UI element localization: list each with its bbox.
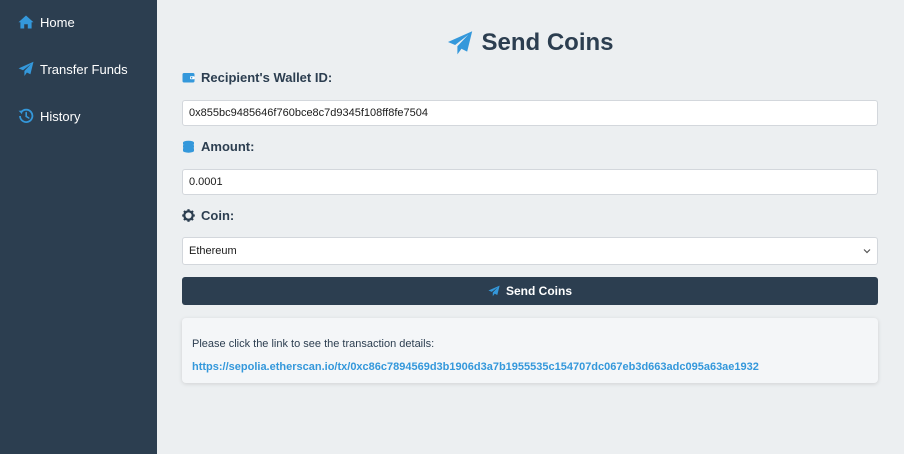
sidebar-item-history[interactable]: History	[18, 108, 80, 124]
transaction-result-box: Please click the link to see the transac…	[182, 318, 878, 383]
sidebar: Home Transfer Funds History	[0, 0, 157, 454]
sidebar-item-label: Transfer Funds	[40, 61, 128, 77]
amount-input[interactable]	[182, 169, 878, 195]
sidebar-item-label: History	[40, 108, 81, 124]
main-content: Send Coins Recipient's Wallet ID: Amount…	[157, 0, 904, 454]
paper-plane-icon	[488, 285, 500, 297]
page-title: Send Coins	[157, 29, 904, 57]
paper-plane-icon	[447, 30, 473, 56]
chevron-down-icon	[863, 247, 871, 255]
page-title-text: Send Coins	[481, 29, 614, 56]
coin-select[interactable]: Ethereum	[182, 237, 878, 265]
gear-icon	[182, 209, 195, 222]
send-coins-button[interactable]: Send Coins	[182, 277, 878, 305]
sidebar-item-transfer-funds[interactable]: Transfer Funds	[18, 61, 128, 77]
sidebar-item-label: Home	[40, 14, 75, 30]
coin-select-value: Ethereum	[189, 245, 237, 257]
history-icon	[18, 108, 34, 124]
result-message: Please click the link to see the transac…	[192, 338, 435, 350]
recipient-label: Recipient's Wallet ID:	[182, 70, 332, 85]
send-coins-button-label: Send Coins	[505, 284, 572, 298]
paper-plane-icon	[18, 61, 34, 77]
amount-label: Amount:	[182, 139, 254, 154]
wallet-icon	[182, 71, 195, 84]
coins-icon	[182, 140, 195, 153]
coin-label: Coin:	[182, 208, 234, 223]
home-icon	[18, 14, 34, 30]
recipient-wallet-input[interactable]	[182, 100, 878, 126]
transaction-link[interactable]: https://sepolia.etherscan.io/tx/0xc86c78…	[192, 361, 759, 373]
sidebar-item-home[interactable]: Home	[18, 14, 75, 30]
